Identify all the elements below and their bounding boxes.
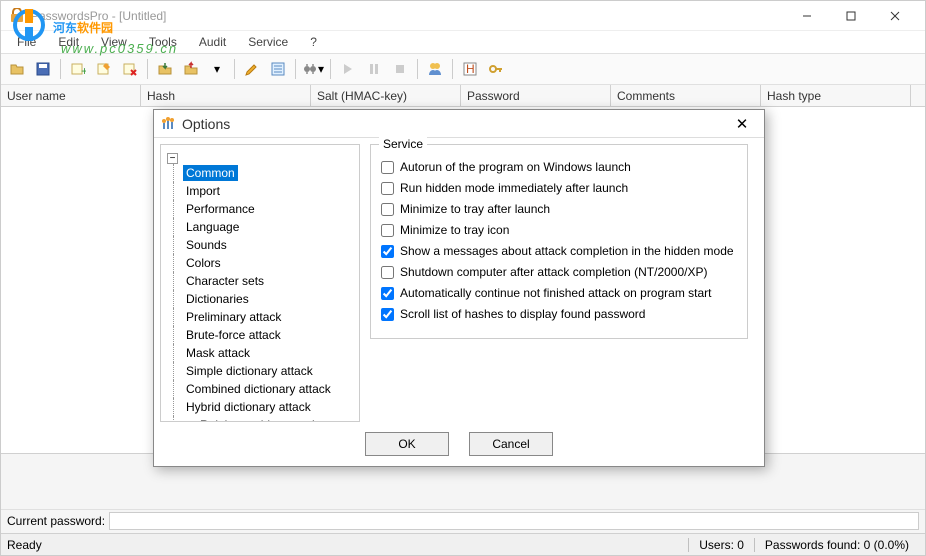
close-button[interactable] — [873, 2, 917, 30]
option-label: Shutdown computer after attack completio… — [400, 265, 707, 279]
edit2-icon[interactable] — [240, 57, 264, 81]
status-users: Users: 0 — [688, 538, 754, 552]
option-label: Automatically continue not finished atta… — [400, 286, 712, 300]
svg-text:H: H — [466, 62, 475, 76]
option-label: Show a messages about attack completion … — [400, 244, 734, 258]
tree-item[interactable]: Preliminary attack — [183, 309, 284, 325]
column-header[interactable]: Password — [461, 85, 611, 106]
main-window: 河东软件园 www.pc0359.cn PasswordsPro - [Unti… — [0, 0, 926, 556]
tree-item[interactable]: Simple dictionary attack — [183, 363, 316, 379]
statusbar: Ready Users: 0 Passwords found: 0 (0.0%) — [1, 533, 925, 555]
tree-item[interactable]: Character sets — [183, 273, 267, 289]
option-label: Minimize to tray after launch — [400, 202, 550, 216]
tree-item[interactable]: Sounds — [183, 237, 230, 253]
column-header[interactable]: User name — [1, 85, 141, 106]
open-icon[interactable] — [5, 57, 29, 81]
edit-icon[interactable] — [92, 57, 116, 81]
option-checkbox[interactable] — [381, 308, 394, 321]
table-header: User nameHashSalt (HMAC-key)PasswordComm… — [1, 85, 925, 107]
option-label: Minimize to tray icon — [400, 223, 509, 237]
option-checkbox[interactable] — [381, 203, 394, 216]
option-checkbox-row[interactable]: Show a messages about attack completion … — [381, 244, 737, 258]
menu-file[interactable]: File — [7, 33, 46, 51]
tree-item[interactable]: Common — [183, 165, 238, 181]
option-checkbox[interactable] — [381, 266, 394, 279]
column-header[interactable]: Hash — [141, 85, 311, 106]
menu-service[interactable]: Service — [238, 33, 298, 51]
tree-item[interactable]: Language — [183, 219, 242, 235]
menu-audit[interactable]: Audit — [189, 33, 236, 51]
find-icon[interactable]: ▾ — [205, 57, 229, 81]
tree-item[interactable]: Rainbow-tables attack — [197, 417, 321, 422]
option-checkbox-row[interactable]: Scroll list of hashes to display found p… — [381, 307, 737, 321]
current-password-label: Current password: — [7, 514, 105, 528]
key-icon[interactable] — [484, 57, 508, 81]
pause-icon[interactable] — [362, 57, 386, 81]
dialog-close-button[interactable]: ✕ — [726, 112, 758, 136]
option-checkbox-row[interactable]: Run hidden mode immediately after launch — [381, 181, 737, 195]
add-icon[interactable]: + — [66, 57, 90, 81]
tree-item[interactable]: Mask attack — [183, 345, 253, 361]
option-checkbox-row[interactable]: Automatically continue not finished atta… — [381, 286, 737, 300]
tree-expander[interactable]: − — [167, 153, 178, 164]
option-checkbox[interactable] — [381, 245, 394, 258]
app-icon — [9, 8, 25, 24]
users-icon[interactable] — [423, 57, 447, 81]
options-dialog: Options ✕ − Common Import Performance Langu… — [153, 109, 765, 467]
titlebar: PasswordsPro - [Untitled] — [1, 1, 925, 31]
hash-icon[interactable]: H — [458, 57, 482, 81]
option-checkbox-row[interactable]: Autorun of the program on Windows launch — [381, 160, 737, 174]
option-checkbox[interactable] — [381, 224, 394, 237]
options-icon — [160, 116, 176, 132]
tree-item[interactable]: Colors — [183, 255, 224, 271]
current-password-input[interactable] — [109, 512, 919, 530]
option-label: Run hidden mode immediately after launch — [400, 181, 628, 195]
export-icon[interactable] — [179, 57, 203, 81]
tree-item[interactable]: Performance — [183, 201, 258, 217]
column-header[interactable]: Comments — [611, 85, 761, 106]
import-icon[interactable] — [153, 57, 177, 81]
tree-item[interactable]: Hybrid dictionary attack — [183, 399, 314, 415]
minimize-button[interactable] — [785, 2, 829, 30]
checklist-icon[interactable] — [266, 57, 290, 81]
options-tree[interactable]: − Common Import Performance Language Sounds C… — [160, 144, 360, 422]
tree-expander[interactable]: − — [183, 421, 194, 422]
option-checkbox[interactable] — [381, 287, 394, 300]
svg-text:+: + — [81, 64, 86, 77]
play-icon[interactable] — [336, 57, 360, 81]
option-checkbox[interactable] — [381, 182, 394, 195]
window-title: PasswordsPro - [Untitled] — [31, 9, 785, 23]
delete-icon[interactable] — [118, 57, 142, 81]
stop-icon[interactable] — [388, 57, 412, 81]
cancel-button[interactable]: Cancel — [469, 432, 553, 456]
service-groupbox: Service Autorun of the program on Window… — [370, 144, 748, 339]
toolbar: + ▾ ▾ H — [1, 53, 925, 85]
watermark-url: www.pc0359.cn — [61, 41, 178, 56]
option-label: Scroll list of hashes to display found p… — [400, 307, 645, 321]
groupbox-title: Service — [379, 137, 427, 151]
current-password-row: Current password: — [1, 509, 925, 531]
column-header[interactable]: Hash type — [761, 85, 911, 106]
option-checkbox[interactable] — [381, 161, 394, 174]
dialog-titlebar[interactable]: Options ✕ — [154, 110, 764, 138]
column-header[interactable]: Salt (HMAC-key) — [311, 85, 461, 106]
maximize-button[interactable] — [829, 2, 873, 30]
tree-item[interactable]: Brute-force attack — [183, 327, 284, 343]
tree-item[interactable]: Import — [183, 183, 223, 199]
status-found: Passwords found: 0 (0.0%) — [754, 538, 919, 552]
settings-icon[interactable]: ▾ — [301, 57, 325, 81]
option-checkbox-row[interactable]: Minimize to tray after launch — [381, 202, 737, 216]
tree-item[interactable]: Dictionaries — [183, 291, 252, 307]
option-checkbox-row[interactable]: Minimize to tray icon — [381, 223, 737, 237]
option-label: Autorun of the program on Windows launch — [400, 160, 631, 174]
menu-help[interactable]: ? — [300, 33, 327, 51]
option-checkbox-row[interactable]: Shutdown computer after attack completio… — [381, 265, 737, 279]
status-ready: Ready — [7, 538, 688, 552]
dialog-title: Options — [182, 116, 726, 132]
options-right-panel: Service Autorun of the program on Window… — [360, 144, 758, 422]
save-icon[interactable] — [31, 57, 55, 81]
tree-item[interactable]: Combined dictionary attack — [183, 381, 334, 397]
ok-button[interactable]: OK — [365, 432, 449, 456]
